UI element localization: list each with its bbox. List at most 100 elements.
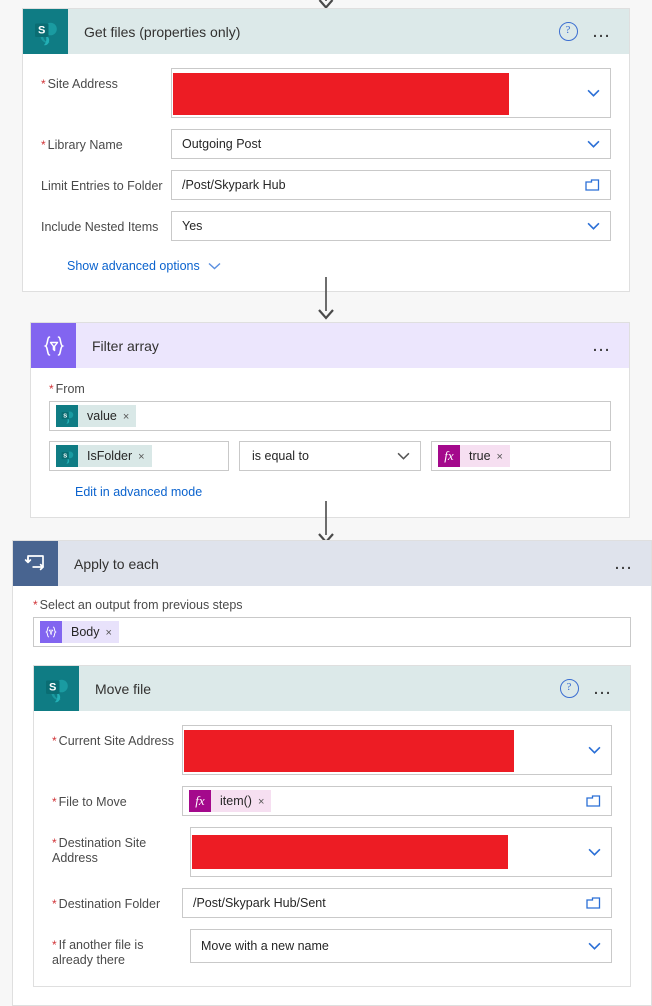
- field-label-destination-site-address: Destination Site Address: [52, 827, 190, 866]
- ellipsis-icon[interactable]: …: [614, 554, 636, 573]
- condition-operator-value: is equal to: [252, 449, 309, 463]
- remove-token-icon[interactable]: ×: [138, 451, 144, 463]
- destination-folder-value: /Post/Skypark Hub/Sent: [193, 896, 326, 910]
- token-body[interactable]: Body ×: [40, 621, 119, 643]
- chevron-down-icon[interactable]: [397, 450, 410, 463]
- form-row-destination-site-address: Destination Site Address: [52, 827, 612, 877]
- token-label: Body ×: [62, 621, 119, 643]
- card-header-apply-to-each[interactable]: Apply to each …: [13, 541, 651, 586]
- folder-picker-icon[interactable]: [585, 178, 601, 193]
- flow-connector-arrow-icon: [318, 277, 334, 320]
- card-header-actions: …: [614, 554, 652, 573]
- include-nested-items-input[interactable]: Yes: [171, 211, 611, 241]
- token-item[interactable]: fx item() ×: [189, 790, 272, 812]
- limit-entries-to-folder-value: /Post/Skypark Hub: [182, 178, 286, 192]
- include-nested-items-value: Yes: [182, 219, 203, 233]
- card-title-filter-array: Filter array: [92, 337, 159, 354]
- remove-token-icon[interactable]: ×: [106, 627, 112, 639]
- token-label: true ×: [460, 445, 510, 467]
- condition-right-input[interactable]: fx true ×: [431, 441, 611, 471]
- redaction-bar: [192, 835, 508, 869]
- token-true[interactable]: fx true ×: [438, 445, 510, 467]
- help-icon[interactable]: ?: [559, 679, 579, 698]
- token-label: IsFolder ×: [78, 445, 152, 467]
- sharepoint-icon: S: [56, 445, 78, 467]
- card-title-get-files: Get files (properties only): [84, 23, 241, 40]
- show-advanced-options-label: Show advanced options: [67, 259, 200, 273]
- chevron-down-icon[interactable]: [588, 940, 601, 953]
- card-header-move-file[interactable]: S Move file ? …: [34, 666, 630, 711]
- chevron-down-icon[interactable]: [587, 220, 600, 233]
- filter-array-icon: [40, 621, 62, 643]
- limit-entries-to-folder-input[interactable]: /Post/Skypark Hub: [171, 170, 611, 200]
- action-card-filter-array[interactable]: Filter array … From S value×: [30, 322, 630, 518]
- flow-connector-1: [0, 276, 652, 324]
- site-address-input[interactable]: [171, 68, 611, 118]
- apply-to-each-icon: [13, 541, 58, 586]
- form-row-library-name: Library Name Outgoing Post: [41, 129, 611, 159]
- action-card-move-file[interactable]: S Move file ? … Current Site Address: [33, 665, 631, 987]
- card-header-filter-array[interactable]: Filter array …: [31, 323, 629, 368]
- field-label-file-to-move: File to Move: [52, 786, 182, 810]
- chevron-down-icon[interactable]: [587, 138, 600, 151]
- form-row-destination-folder: Destination Folder /Post/Skypark Hub/Sen…: [52, 888, 612, 918]
- if-another-file-is-already-there-value: Move with a new name: [201, 939, 329, 953]
- svg-text:S: S: [63, 453, 67, 459]
- show-advanced-options-link[interactable]: Show advanced options: [67, 259, 221, 273]
- sharepoint-icon: S: [56, 405, 78, 427]
- redaction-bar: [184, 730, 514, 772]
- remove-token-icon[interactable]: ×: [258, 796, 264, 808]
- sharepoint-icon: S: [34, 666, 79, 711]
- condition-left-input[interactable]: S IsFolder ×: [49, 441, 229, 471]
- token-value[interactable]: S value ×: [56, 405, 137, 427]
- field-label-select-output: Select an output from previous steps: [33, 598, 631, 612]
- help-icon[interactable]: ?: [558, 22, 578, 41]
- destination-folder-input[interactable]: /Post/Skypark Hub/Sent: [182, 888, 612, 918]
- token-label: item() ×: [211, 790, 272, 812]
- chevron-down-icon[interactable]: [588, 744, 601, 757]
- action-card-apply-to-each[interactable]: Apply to each … Select an output from pr…: [12, 540, 652, 1006]
- svg-text:S: S: [49, 681, 56, 693]
- folder-picker-icon[interactable]: [586, 896, 602, 911]
- field-label-include-nested-items: Include Nested Items: [41, 220, 159, 234]
- svg-text:S: S: [38, 24, 45, 36]
- card-body-filter-array: From S value×: [31, 368, 629, 517]
- token-label: value ×: [78, 405, 137, 427]
- destination-site-address-input[interactable]: [190, 827, 612, 877]
- sharepoint-icon: S: [23, 9, 68, 54]
- condition-operator-dropdown[interactable]: is equal to: [239, 441, 421, 471]
- from-input[interactable]: S value ×: [49, 401, 611, 431]
- field-label-current-site-address: Current Site Address: [52, 725, 182, 749]
- expression-icon: fx: [189, 790, 211, 812]
- redaction-bar: [173, 73, 509, 115]
- ellipsis-icon[interactable]: …: [592, 336, 614, 355]
- ellipsis-icon[interactable]: …: [592, 22, 614, 41]
- remove-token-icon[interactable]: ×: [497, 451, 503, 463]
- card-body-apply-to-each: Select an output from previous steps Bod…: [13, 586, 651, 1005]
- edit-in-advanced-mode-link[interactable]: Edit in advanced mode: [75, 485, 202, 499]
- select-output-input[interactable]: Body ×: [33, 617, 631, 647]
- chevron-down-icon[interactable]: [587, 87, 600, 100]
- file-to-move-input[interactable]: fx item() ×: [182, 786, 612, 816]
- form-row-site-address: Site Address: [41, 68, 611, 118]
- current-site-address-input[interactable]: [182, 725, 612, 775]
- remove-token-icon[interactable]: ×: [123, 411, 129, 423]
- field-label-destination-folder: Destination Folder: [52, 888, 182, 912]
- form-row-file-to-move: File to Move fx item()×: [52, 786, 612, 816]
- card-header-get-files[interactable]: S Get files (properties only) ? …: [23, 9, 629, 54]
- if-another-file-is-already-there-input[interactable]: Move with a new name: [190, 929, 612, 963]
- library-name-value: Outgoing Post: [182, 137, 262, 151]
- card-title-apply-to-each: Apply to each: [74, 555, 159, 572]
- ellipsis-icon[interactable]: …: [593, 679, 615, 698]
- card-header-actions: ? …: [558, 22, 630, 41]
- token-isfolder[interactable]: S IsFolder ×: [56, 445, 152, 467]
- card-title-move-file: Move file: [95, 680, 152, 697]
- library-name-input[interactable]: Outgoing Post: [171, 129, 611, 159]
- field-label-library-name: Library Name: [41, 129, 171, 153]
- folder-picker-icon[interactable]: [586, 794, 602, 809]
- form-row-if-another-file-is-already-there: If another file is already there Move wi…: [52, 929, 612, 968]
- field-label-limit-entries-to-folder: Limit Entries to Folder: [41, 179, 163, 193]
- field-label-if-another-file-is-already-there: If another file is already there: [52, 929, 190, 968]
- action-card-get-files[interactable]: S Get files (properties only) ? … Site A…: [22, 8, 630, 292]
- chevron-down-icon[interactable]: [588, 846, 601, 859]
